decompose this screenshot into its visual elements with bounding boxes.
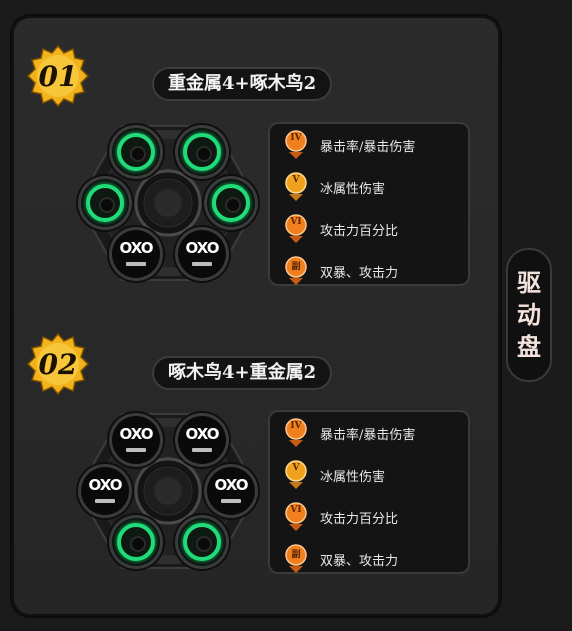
stat-row: IV 暴击率/暴击伤害 (284, 418, 415, 448)
main-stats-panel: IV 暴击率/暴击伤害 V 冰属性伤害 VI 攻击力百分比 副 双暴、攻击力 (268, 410, 470, 574)
green-ring-icon (117, 133, 155, 171)
green-ring-icon (86, 184, 124, 222)
disk-slot-3[interactable]: OXO (81, 467, 129, 515)
tab-char: 驱 (517, 268, 541, 297)
slot-marker-icon: VI (284, 214, 308, 244)
oxo-logo-icon: OXO (185, 425, 220, 443)
oxo-logo-icon: OXO (214, 476, 249, 494)
set-title: 啄木鸟4+重金属2 (152, 356, 333, 390)
disk-slot-1[interactable]: OXO (112, 416, 160, 464)
disk-slot-2[interactable] (178, 128, 226, 176)
stat-row: 副 双暴、攻击力 (284, 544, 398, 574)
stat-row: V 冰属性伤害 (284, 172, 385, 202)
set-number: 02 (38, 347, 78, 381)
disk-slot-5[interactable] (112, 518, 160, 566)
green-ring-icon (117, 523, 155, 561)
disk-slot-2[interactable]: OXO (178, 416, 226, 464)
stat-row: V 冰属性伤害 (284, 460, 385, 490)
disk-slot-5[interactable]: OXO (112, 230, 160, 278)
slot-marker-icon: V (284, 460, 308, 490)
disk-slot-6[interactable] (178, 518, 226, 566)
disk-slot-4[interactable] (207, 179, 255, 227)
oxo-logo-icon: OXO (185, 239, 220, 257)
stat-label: 双暴、攻击力 (320, 265, 399, 281)
tab-char: 盘 (517, 332, 541, 361)
set-number: 01 (38, 59, 78, 93)
stat-row: IV 暴击率/暴击伤害 (284, 130, 415, 160)
stat-label: 攻击力百分比 (320, 511, 399, 527)
slot-marker-icon: 副 (284, 256, 308, 286)
green-ring-icon (212, 184, 250, 222)
slot-marker-icon: VI (284, 502, 308, 532)
stat-label: 双暴、攻击力 (320, 553, 399, 569)
stat-label: 暴击率/暴击伤害 (320, 427, 416, 443)
disk-slot-4[interactable]: OXO (207, 467, 255, 515)
oxo-logo-icon: OXO (119, 239, 154, 257)
stat-row: VI 攻击力百分比 (284, 502, 398, 532)
stat-label: 攻击力百分比 (320, 223, 399, 239)
oxo-logo-icon: OXO (119, 425, 154, 443)
slot-marker-icon: 副 (284, 544, 308, 574)
set-number-badge: 01 (26, 44, 90, 108)
disk-slot-6[interactable]: OXO (178, 230, 226, 278)
drive-disk-tab[interactable]: 驱 动 盘 (506, 248, 552, 382)
stat-row: 副 双暴、攻击力 (284, 256, 398, 286)
green-ring-icon (183, 133, 221, 171)
slot-marker-icon: IV (284, 418, 308, 448)
stat-label: 暴击率/暴击伤害 (320, 139, 416, 155)
drive-disk-layout: OXO OXO (76, 122, 260, 284)
green-ring-icon (183, 523, 221, 561)
slot-marker-icon: IV (284, 130, 308, 160)
set-title: 重金属4+啄木鸟2 (152, 67, 333, 101)
oxo-logo-icon: OXO (88, 476, 123, 494)
slot-marker-icon: V (284, 172, 308, 202)
set-number-badge: 02 (26, 332, 90, 396)
stat-label: 冰属性伤害 (320, 181, 386, 197)
tab-char: 动 (517, 300, 541, 329)
disk-slot-1[interactable] (112, 128, 160, 176)
main-stats-panel: IV 暴击率/暴击伤害 V 冰属性伤害 VI 攻击力百分比 副 双暴、攻击力 (268, 122, 470, 286)
disk-slot-3[interactable] (81, 179, 129, 227)
stat-label: 冰属性伤害 (320, 469, 386, 485)
stat-row: VI 攻击力百分比 (284, 214, 398, 244)
drive-disk-layout: OXO OXO OXO OXO (76, 410, 260, 572)
